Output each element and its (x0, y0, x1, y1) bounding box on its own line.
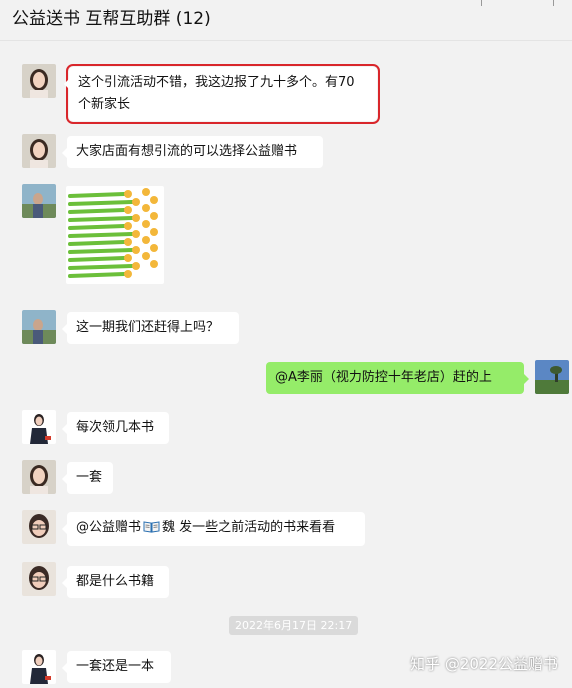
suit-avatar[interactable] (22, 650, 56, 684)
chat-title[interactable]: 公益送书 互帮互助群 (12) (12, 4, 211, 29)
mention-link[interactable]: @公益赠书 (76, 520, 141, 535)
thumbs-up-sticker[interactable] (66, 186, 164, 284)
message-bubble-own[interactable]: @A李丽（视力防控十年老店）赶的上 (266, 362, 529, 394)
message-text: 这个引流活动不错，我这边报了九十多个。有70 个新家长 (78, 75, 355, 112)
female-avatar[interactable] (22, 460, 56, 494)
header-divider (553, 0, 554, 6)
message-bubble[interactable]: 这一期我们还赶得上吗？ (62, 312, 239, 344)
outdoor-avatar[interactable] (22, 184, 56, 218)
message-text: @A李丽（视力防控十年老店）赶的上 (275, 370, 492, 385)
book-icon (143, 519, 160, 541)
message-text: 大家店面有想引流的可以选择公益赠书 (76, 144, 298, 159)
landscape-avatar[interactable] (535, 360, 569, 394)
suit-avatar[interactable] (22, 410, 56, 444)
message-text: 每次领几本书 (76, 420, 155, 435)
message-bubble[interactable]: 这个引流活动不错，我这边报了九十多个。有70 个新家长 (64, 64, 380, 124)
message-text: 一套还是一本 (76, 659, 155, 674)
message-text: 这一期我们还赶得上吗？ (76, 320, 220, 335)
message-bubble[interactable]: 每次领几本书 (62, 412, 169, 444)
message-text: 一套 (76, 470, 103, 485)
message-bubble[interactable]: 一套 (62, 462, 113, 494)
message-bubble[interactable]: 一套还是一本 (62, 651, 171, 683)
timestamp: 2022年6月17日 22:17 (229, 616, 359, 635)
message-bubble[interactable]: 都是什么书籍 (62, 566, 169, 598)
message-bubble[interactable]: 大家店面有想引流的可以选择公益赠书 (62, 136, 323, 168)
message-text: 都是什么书籍 (76, 574, 155, 589)
header-divider (481, 0, 482, 6)
message-bubble[interactable]: @公益赠书 魏 发一些之前活动的书来看看 (62, 512, 365, 546)
chat-header: 公益送书 互帮互助群 (12) (0, 0, 572, 41)
glasses-avatar[interactable] (22, 510, 56, 544)
glasses-avatar[interactable] (22, 562, 56, 596)
female-avatar[interactable] (22, 64, 56, 98)
outdoor-avatar[interactable] (22, 310, 56, 344)
female-avatar[interactable] (22, 134, 56, 168)
watermark: 知乎 @2022公益赠书 (410, 655, 558, 673)
message-text: 魏 发一些之前活动的书来看看 (162, 520, 336, 535)
